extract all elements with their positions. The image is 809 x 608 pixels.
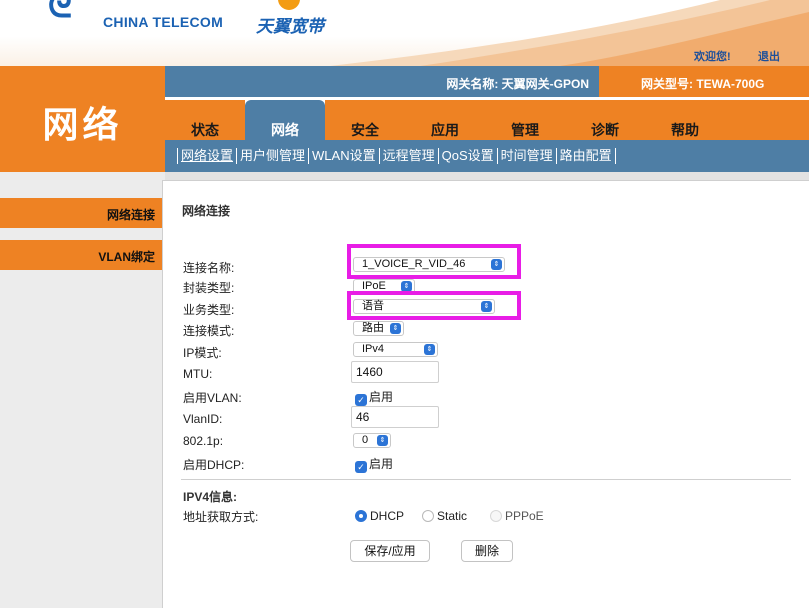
subnav-wlan-settings[interactable]: WLAN设置 — [308, 148, 379, 164]
main-tab-bar: 状态 网络 安全 应用 管理 诊断 帮助 — [165, 97, 809, 140]
tab-application[interactable]: 应用 — [405, 100, 485, 140]
welcome-text: 欢迎您! — [694, 51, 731, 63]
section-title: 网络 — [42, 104, 123, 145]
checkmark-icon: ✓ — [355, 394, 367, 406]
dot1p-select[interactable]: 0 ⇕ — [353, 433, 391, 448]
subnav-route-config[interactable]: 路由配置 — [555, 148, 616, 164]
content-title: 网络连接 — [182, 204, 231, 218]
radio-selected-icon — [355, 510, 367, 522]
ipmode-label: IP模式: — [183, 346, 222, 360]
gateway-model-box: 网关型号: TEWA-700G — [599, 66, 809, 97]
encap-label: 封装类型: — [183, 281, 235, 295]
subnav-remote-management[interactable]: 远程管理 — [378, 148, 438, 164]
china-telecom-logo-glyph: ᘓ — [48, 0, 74, 26]
content-panel: 网络连接 连接名称: 1_VOICE_R_VID_46 ⇕ 封装类型: IPoE… — [162, 180, 809, 608]
subnav-user-side-management[interactable]: 用户侧管理 — [236, 148, 308, 164]
tab-help[interactable]: 帮助 — [645, 100, 725, 140]
radio-static-label: Static — [437, 509, 468, 523]
tab-security[interactable]: 安全 — [325, 100, 405, 140]
broadband-logo-text: 天翼宽带 — [256, 17, 324, 36]
dhcp-enable-checkbox[interactable]: ✓ 启用 — [355, 455, 393, 473]
ipv4-divider — [181, 479, 791, 480]
radio-static[interactable]: Static — [422, 509, 467, 523]
gateway-info-bar: 网关名称: 天翼网关-GPON 网关型号: TEWA-700G — [165, 66, 809, 97]
radio-pppoe-label: PPPoE — [505, 509, 544, 523]
select-arrows-icon: ⇕ — [390, 323, 401, 334]
dhcp-enable-text: 启用 — [369, 457, 394, 471]
select-arrows-icon: ⇕ — [377, 435, 388, 446]
ipmode-select[interactable]: IPv4 ⇕ — [353, 342, 438, 357]
tab-network[interactable]: 网络 — [245, 100, 325, 140]
mtu-label: MTU: — [183, 367, 213, 381]
mode-value: 路由 — [362, 322, 384, 334]
side-nav: 网络连接 VLAN绑定 — [0, 172, 165, 608]
vlan-enable-label: 启用VLAN: — [183, 391, 242, 405]
side-item-network-connection[interactable]: 网络连接 — [0, 198, 165, 228]
vlan-enable-checkbox[interactable]: ✓ 启用 — [355, 388, 393, 406]
gateway-model: 网关型号: TEWA-700G — [641, 77, 765, 91]
logout-link[interactable]: 退出 — [758, 48, 780, 64]
dot1p-label: 802.1p: — [183, 434, 224, 448]
radio-dhcp-label: DHCP — [370, 509, 405, 523]
gateway-name: 网关名称: 天翼网关-GPON — [446, 77, 589, 91]
addr-mode-label: 地址获取方式: — [183, 510, 259, 524]
sub-nav-bar: 网络设置 用户侧管理 WLAN设置 远程管理 QoS设置 时间管理 路由配置 — [165, 140, 809, 172]
subnav-qos-settings[interactable]: QoS设置 — [437, 148, 497, 164]
header-banner: ᘓ CHINA TELECOM 天翼宽带 欢迎您! 退出 — [0, 0, 809, 66]
vlanid-input[interactable]: 46 — [351, 406, 439, 428]
dhcp-enable-label: 启用DHCP: — [183, 458, 245, 472]
side-item-vlan-binding[interactable]: VLAN绑定 — [0, 240, 165, 270]
subnav-time-management[interactable]: 时间管理 — [496, 148, 556, 164]
vlan-enable-text: 启用 — [369, 390, 394, 404]
tab-management[interactable]: 管理 — [485, 100, 565, 140]
highlight-box-conn-name — [347, 244, 521, 279]
checkmark-icon: ✓ — [355, 461, 367, 473]
mtu-input[interactable]: 1460 — [351, 361, 439, 383]
ipmode-value: IPv4 — [362, 343, 385, 355]
mode-label: 连接模式: — [183, 324, 235, 338]
select-arrows-icon: ⇕ — [424, 344, 435, 355]
subnav-network-settings[interactable]: 网络设置 — [177, 148, 236, 164]
china-telecom-logo-text: CHINA TELECOM — [103, 14, 224, 30]
radio-unselected-icon — [422, 510, 434, 522]
radio-dhcp[interactable]: DHCP — [355, 509, 404, 523]
radio-disabled-icon — [490, 510, 502, 522]
tab-status[interactable]: 状态 — [165, 100, 245, 140]
vlanid-label: VlanID: — [183, 412, 223, 426]
service-label: 业务类型: — [183, 303, 235, 317]
mode-select[interactable]: 路由 ⇕ — [353, 321, 404, 336]
delete-button[interactable]: 删除 — [461, 540, 513, 562]
conn-name-label: 连接名称: — [183, 261, 235, 275]
highlight-box-service-type — [347, 291, 521, 320]
tab-diagnostics[interactable]: 诊断 — [565, 100, 645, 140]
radio-pppoe[interactable]: PPPoE — [490, 509, 544, 523]
sub-nav-list: 网络设置 用户侧管理 WLAN设置 远程管理 QoS设置 时间管理 路由配置 — [177, 148, 616, 164]
ipv4-section-title: IPV4信息: — [183, 490, 238, 504]
save-apply-button[interactable]: 保存/应用 — [350, 540, 430, 562]
tab-bar-filler — [725, 100, 809, 140]
dot1p-value: 0 — [362, 434, 369, 446]
banner-swoosh-graphic — [330, 0, 809, 66]
